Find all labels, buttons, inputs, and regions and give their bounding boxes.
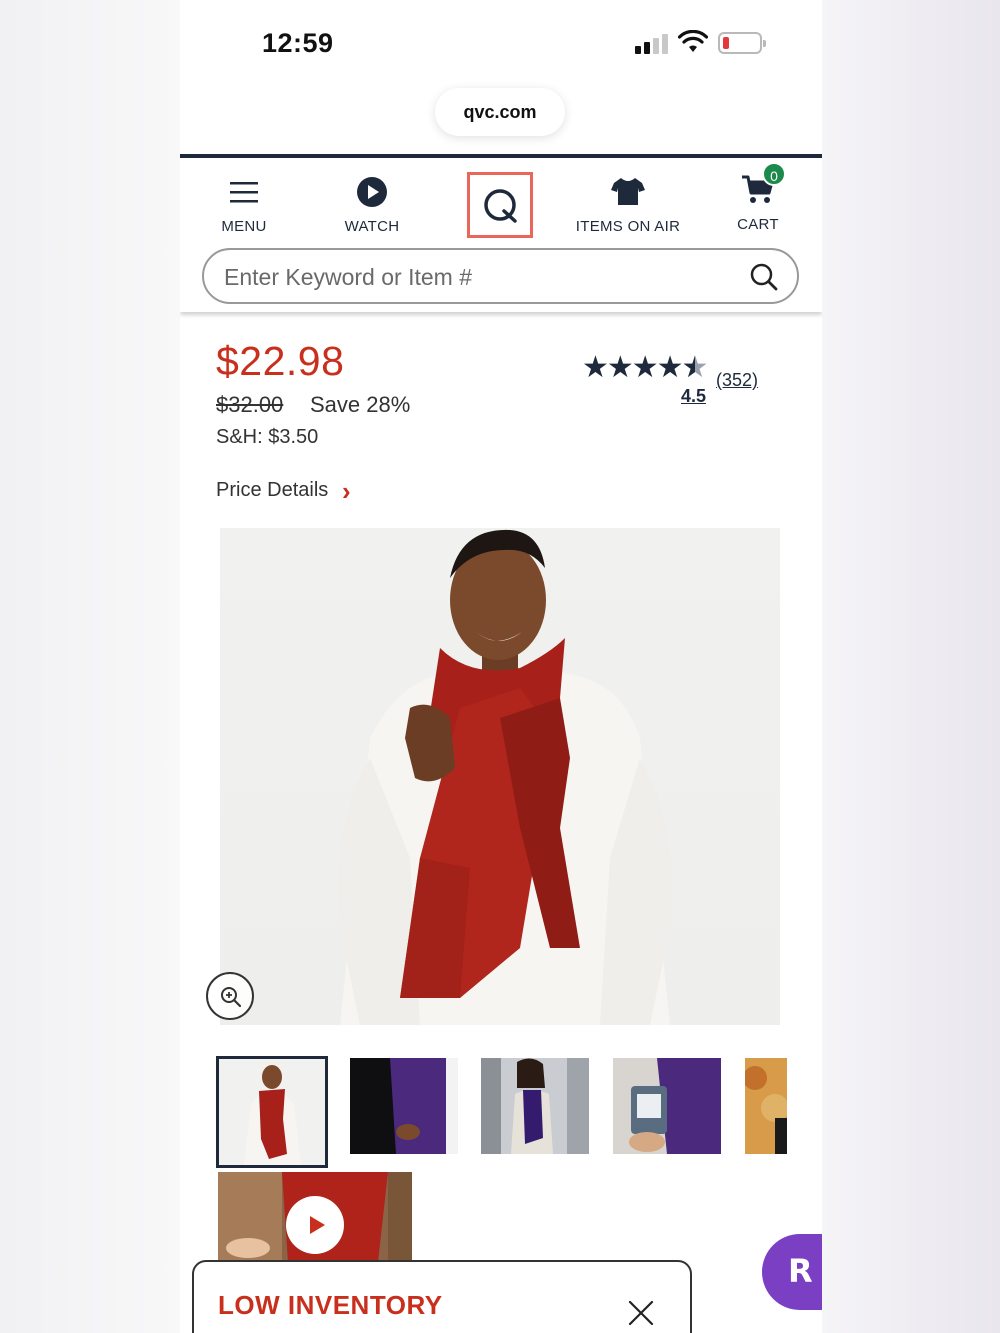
- items-on-air-button[interactable]: ITEMS ON AIR: [572, 158, 684, 248]
- chevron-right-icon[interactable]: ›: [342, 476, 351, 507]
- menu-button[interactable]: MENU: [204, 158, 284, 248]
- low-inventory-banner: LOW INVENTORY: [192, 1260, 692, 1333]
- cellular-signal-icon: [635, 34, 669, 54]
- status-time: 12:59: [262, 28, 334, 58]
- site-header: MENU WATCH ITEMS ON AIR CART 0 Enter Key…: [180, 158, 822, 312]
- thumbnail-purple-scarf-closeup-image: [350, 1058, 458, 1154]
- qvc-q-logo-icon: [484, 189, 517, 223]
- thumbnail-autumn-image: [745, 1058, 787, 1154]
- sale-price: $22.98: [216, 338, 345, 384]
- half-star-icon: ★: [682, 350, 709, 385]
- shipping-cost: S&H: $3.50: [216, 426, 319, 448]
- savings-text: Save 28%: [310, 392, 411, 417]
- battery-icon: [718, 32, 766, 54]
- rewards-fab-button[interactable]: R: [762, 1234, 822, 1310]
- thumbnail-purple-scarf-outdoor-image: [481, 1058, 589, 1154]
- thumbnail-5[interactable]: [745, 1058, 787, 1154]
- tshirt-icon: [611, 178, 645, 205]
- thumbnail-purple-scarf-phone-image: [613, 1058, 721, 1154]
- cart-label: CART: [737, 216, 779, 233]
- video-play-button[interactable]: [286, 1196, 344, 1254]
- low-inventory-text: LOW INVENTORY: [218, 1290, 443, 1320]
- zoom-in-icon: [221, 987, 242, 1008]
- backdrop-left: [0, 0, 180, 1333]
- rating-value[interactable]: 4.5: [681, 386, 706, 407]
- phone-screen: 12:59 qvc.com MENU WATCH ITEMS ON AIR CA…: [180, 0, 822, 1333]
- thumbnail-4[interactable]: [613, 1058, 721, 1154]
- model-with-red-scarf-illustration: [338, 529, 672, 1025]
- thumbnail-2[interactable]: [350, 1058, 458, 1154]
- hamburger-menu-icon: [230, 182, 258, 203]
- wifi-icon: [678, 30, 708, 52]
- watch-button[interactable]: WATCH: [332, 158, 412, 248]
- search-input[interactable]: [224, 260, 724, 294]
- cart-count-badge: 0: [762, 162, 786, 186]
- review-count-link[interactable]: (352): [716, 370, 758, 391]
- play-circle-icon: [357, 177, 387, 207]
- url-bar[interactable]: qvc.com: [435, 88, 565, 136]
- rating-stars[interactable]: ★★★★★: [582, 350, 709, 385]
- backdrop-right: [822, 0, 1000, 1333]
- product-main-image[interactable]: [220, 528, 780, 1025]
- search-icon[interactable]: [749, 262, 779, 292]
- zoom-button[interactable]: [206, 972, 254, 1020]
- thumbnail-red-scarf-image: [219, 1059, 325, 1165]
- close-icon[interactable]: [626, 1298, 656, 1328]
- menu-label: MENU: [221, 218, 267, 235]
- thumbnail-3[interactable]: [481, 1058, 589, 1154]
- thumbnail-1[interactable]: [216, 1056, 328, 1168]
- search-bar: [202, 248, 799, 304]
- play-icon: [310, 1216, 325, 1234]
- items-on-air-label: ITEMS ON AIR: [575, 218, 681, 235]
- price-details-link[interactable]: Price Details: [216, 479, 328, 502]
- original-price: $32.00: [216, 392, 284, 417]
- qvc-logo-button[interactable]: [467, 172, 533, 238]
- watch-label: WATCH: [344, 218, 400, 235]
- rewards-fab-letter: R: [788, 1252, 813, 1290]
